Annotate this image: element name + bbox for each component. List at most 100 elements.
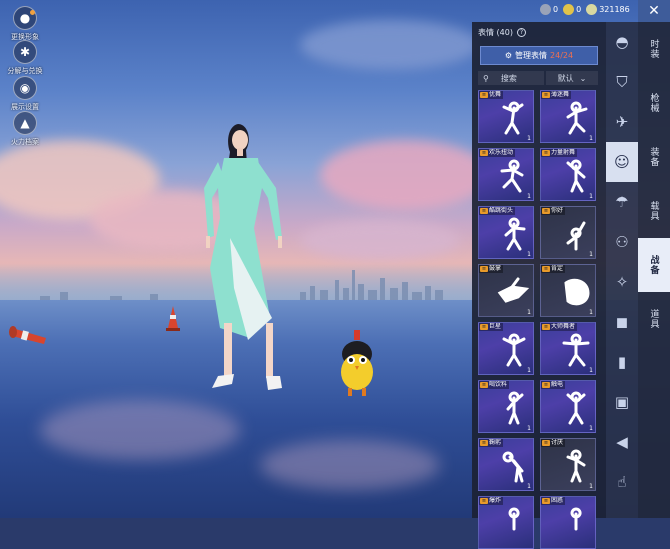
emote-label: 你好 <box>551 207 564 214</box>
emote-card[interactable]: ≡ 薄迷舞 1 <box>540 90 596 143</box>
manage-emotes-button[interactable]: ⚙ 管理表情 24/24 <box>480 46 598 65</box>
emote-card[interactable]: ≡ 鼓掌 1 <box>478 264 534 317</box>
smiley-icon[interactable]: ☺ <box>606 142 638 182</box>
parachute-icon[interactable]: ☂ <box>606 182 638 222</box>
tab-5[interactable]: 道具 <box>638 292 670 346</box>
emote-tag: ≡ 薄迷舞 <box>541 91 572 99</box>
emote-card[interactable]: ≡ 触电 1 <box>540 380 596 433</box>
emote-card[interactable]: ≡ 你好 1 <box>540 206 596 259</box>
firepower-archive-button[interactable]: ▲ 火力档案 <box>2 111 48 147</box>
tab-0[interactable]: 时装 <box>638 22 670 76</box>
emote-tag: ≡ 欢乐扭动 <box>479 149 516 157</box>
emote-count: 1 <box>527 367 531 374</box>
emote-count: 1 <box>527 251 531 258</box>
emote-tag: ≡ 困惑 <box>541 497 566 505</box>
currency-c-icon <box>586 4 598 15</box>
robot-icon[interactable]: ⚇ <box>606 222 638 262</box>
disassemble-label: 分解与兑换 <box>7 67 43 75</box>
notification-dot <box>30 10 35 15</box>
emote-card[interactable]: ≡ 困惑 <box>540 496 596 549</box>
traffic-cone-fallen <box>9 326 46 344</box>
emote-tag: ≡ 触电 <box>541 381 566 389</box>
emote-card[interactable]: ≡ 讨厌 1 <box>540 438 596 491</box>
tab-2[interactable]: 装备 <box>638 130 670 184</box>
emote-label: 力量射舞 <box>551 149 576 156</box>
change-appearance-button[interactable]: ● 更换形象 <box>2 6 48 42</box>
speaker-icon[interactable]: ◀ <box>606 422 638 462</box>
search-input[interactable]: ⚲ 搜索 <box>478 71 544 85</box>
emote-count: 1 <box>589 309 593 316</box>
manage-emotes-label: 管理表情 <box>515 51 548 60</box>
emote-pose-icon <box>566 101 588 135</box>
hat-icon[interactable]: ◓ <box>606 22 638 62</box>
emote-card[interactable]: ≡ 欢乐扭动 1 <box>478 148 534 201</box>
emote-card[interactable]: ≡ 喝饮料 1 <box>478 380 534 433</box>
quality-badge-icon: ≡ <box>480 498 488 504</box>
cloud <box>320 140 490 210</box>
wand-icon[interactable]: ✧ <box>606 262 638 302</box>
emote-count: 1 <box>527 483 531 490</box>
quality-badge-icon: ≡ <box>480 208 488 214</box>
touch-icon[interactable]: ☝ <box>606 462 638 502</box>
emote-label: 触电 <box>551 381 564 388</box>
puzzle-icon: ✱ <box>13 40 37 64</box>
tab-1[interactable]: 枪械 <box>638 76 670 130</box>
disassemble-button[interactable]: ✱ 分解与兑换 <box>2 40 48 76</box>
quality-badge-icon: ≡ <box>480 440 488 446</box>
emote-tag: ≡ 肯定 <box>541 265 566 273</box>
currency-c[interactable]: 321186 <box>586 4 630 15</box>
emote-count: 1 <box>589 367 593 374</box>
emote-count: 1 <box>589 251 593 258</box>
emote-card[interactable]: ≡ 巨星 1 <box>478 322 534 375</box>
currency-b[interactable]: 0 <box>563 4 581 15</box>
emote-pose-icon <box>570 507 582 531</box>
emote-label: 喝饮料 <box>489 381 508 388</box>
emote-card[interactable]: ≡ 爆炸 <box>478 496 534 549</box>
currency-bar: 0 0 321186 <box>540 4 630 15</box>
emote-label: 薄迷舞 <box>551 91 570 98</box>
cloud <box>300 220 460 260</box>
badge-icon[interactable]: ◼ <box>606 302 638 342</box>
emote-card[interactable]: ≡ 鞠躬 1 <box>478 438 534 491</box>
picture-icon[interactable]: ▣ <box>606 382 638 422</box>
emote-label: 讨厌 <box>551 439 564 446</box>
chevron-down-icon: ⌄ <box>579 73 587 83</box>
emote-tag: ≡ 鞠躬 <box>479 439 504 447</box>
emote-panel: 表情 (40) ? ⚙ 管理表情 24/24 ⚲ 搜索 默认 ⌄ ≡ 优舞 1 ≡ 薄迷… <box>472 22 606 549</box>
emote-tag: ≡ 喝饮料 <box>479 381 510 389</box>
emote-tag: ≡ 大师舞者 <box>541 323 578 331</box>
currency-b-icon <box>563 4 575 15</box>
emote-grid: ≡ 优舞 1 ≡ 薄迷舞 1 ≡ 欢乐扭动 1 ≡ 力量射舞 1 ≡ 酷跳街头 1 ≡ 你好 1 ≡ 鼓掌 1 ≡ 肯定 1 ≡… <box>478 90 602 549</box>
help-icon[interactable]: ? <box>516 27 526 37</box>
panel-header: 表情 (40) ? <box>472 22 606 42</box>
display-settings-button[interactable]: ◉ 展示设置 <box>2 76 48 112</box>
extinguisher-icon[interactable]: ▮ <box>606 342 638 382</box>
emote-card[interactable]: ≡ 大师舞者 1 <box>540 322 596 375</box>
currency-b-value: 0 <box>576 5 582 14</box>
search-icon: ⚲ <box>483 73 489 83</box>
emote-count: 1 <box>527 425 531 432</box>
currency-a[interactable]: 0 <box>540 4 558 15</box>
search-placeholder: 搜索 <box>500 73 517 83</box>
emote-label: 大师舞者 <box>551 323 576 330</box>
close-button[interactable]: ✕ <box>638 0 670 22</box>
tab-3[interactable]: 载具 <box>638 184 670 238</box>
tab-4[interactable]: 战备 <box>638 238 670 292</box>
quality-badge-icon: ≡ <box>542 324 550 330</box>
quality-badge-icon: ≡ <box>542 208 550 214</box>
shirt-icon[interactable]: ⛉ <box>606 62 638 102</box>
sort-dropdown[interactable]: 默认 ⌄ <box>546 71 598 85</box>
emote-card[interactable]: ≡ 力量射舞 1 <box>540 148 596 201</box>
floor-cloud <box>260 440 440 490</box>
flame-icon: ▲ <box>13 111 37 135</box>
quality-badge-icon: ≡ <box>480 92 488 98</box>
emote-label: 鞠躬 <box>489 439 502 446</box>
emote-pose-icon <box>502 333 526 367</box>
plane-icon[interactable]: ✈ <box>606 102 638 142</box>
emote-label: 酷跳街头 <box>489 207 514 214</box>
emote-pose-icon <box>502 101 524 135</box>
emote-card[interactable]: ≡ 肯定 1 <box>540 264 596 317</box>
cloud <box>300 20 480 70</box>
emote-card[interactable]: ≡ 优舞 1 <box>478 90 534 143</box>
emote-card[interactable]: ≡ 酷跳街头 1 <box>478 206 534 259</box>
